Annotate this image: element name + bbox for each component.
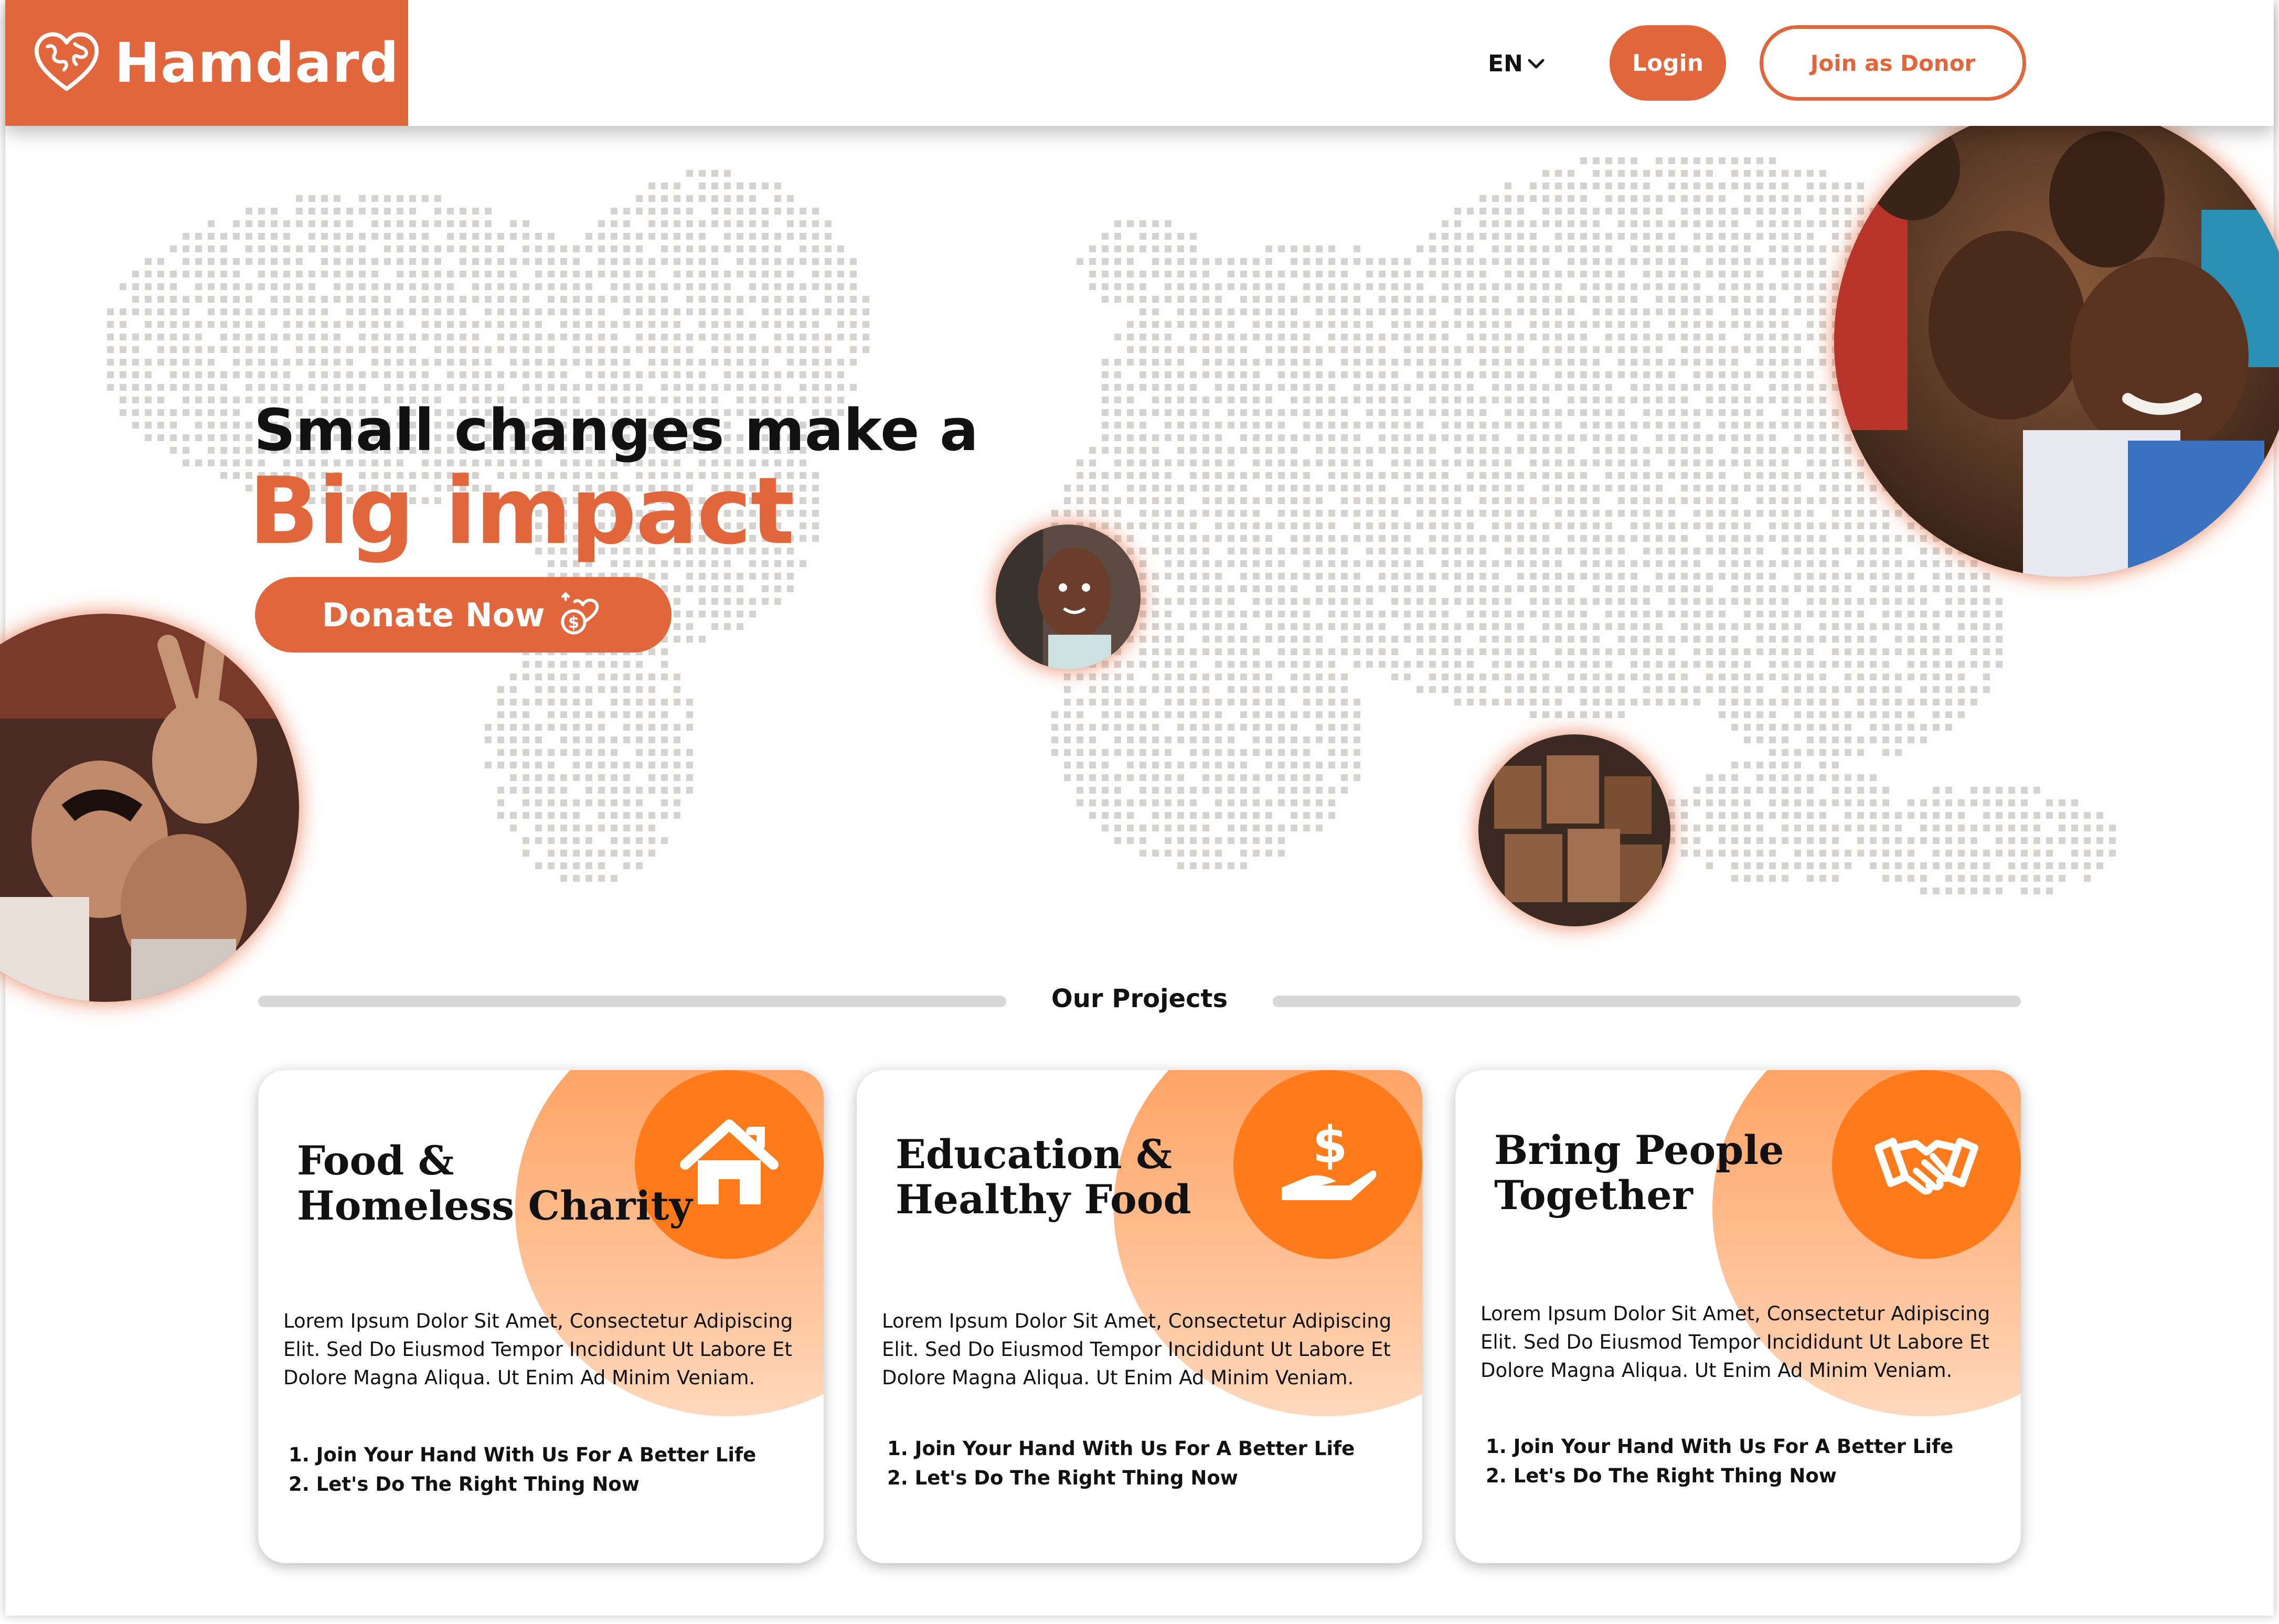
landing-page: Hamdard EN Login Join as Donor Small cha… [0, 0, 2279, 1624]
divider [1273, 996, 2021, 1007]
card-title: Food & Homeless Charity [297, 1137, 693, 1229]
list-item: 1. Join Your Hand With Us For A Better L… [289, 1444, 757, 1466]
join-donor-button[interactable]: Join as Donor [1760, 25, 2026, 101]
list-item: 2. Let's Do The Right Thing Now [1486, 1465, 1837, 1487]
language-selector[interactable]: EN [1488, 50, 1545, 77]
project-card-food[interactable]: Food & Homeless Charity Lorem Ipsum Dolo… [258, 1070, 824, 1563]
card-title: Bring People Together [1494, 1127, 1784, 1219]
projects-section-header: Our Projects [258, 984, 2021, 1016]
hero-highlight: Big impact [249, 457, 795, 565]
children-group-photo [1834, 105, 2279, 577]
donate-now-button[interactable]: Donate Now $ [255, 577, 672, 653]
donate-label: Donate Now [322, 595, 545, 634]
card-title: Education & Healthy Food [896, 1131, 1191, 1223]
project-card-education[interactable]: $ Education & Healthy Food Lorem Ipsum D… [857, 1070, 1422, 1563]
svg-text:$: $ [568, 613, 579, 632]
donation-heart-icon: $ [561, 592, 599, 635]
login-button[interactable]: Login [1610, 25, 1726, 101]
top-nav: Hamdard EN Login Join as Donor [5, 0, 2274, 126]
house-icon [680, 1119, 779, 1204]
list-item: 2. Let's Do The Right Thing Now [887, 1467, 1238, 1489]
card-description: Lorem Ipsum Dolor Sit Amet, Consectetur … [283, 1310, 793, 1389]
card-description: Lorem Ipsum Dolor Sit Amet, Consectetur … [1481, 1302, 1990, 1382]
card-list: 1. Join Your Hand With Us For A Better L… [289, 1440, 756, 1499]
list-item: 1. Join Your Hand With Us For A Better L… [1486, 1435, 1954, 1458]
hero-headline: Small changes make a [254, 397, 979, 464]
card-icon-badge [1832, 1070, 2021, 1259]
heart-globe-icon [34, 32, 99, 91]
list-item: 2. Let's Do The Right Thing Now [289, 1473, 640, 1495]
section-title: Our Projects [1051, 984, 1228, 1013]
logo[interactable]: Hamdard [5, 0, 408, 126]
handshake-icon [1875, 1138, 1978, 1195]
project-card-community[interactable]: Bring People Together Lorem Ipsum Dolor … [1455, 1070, 2021, 1563]
card-list: 1. Join Your Hand With Us For A Better L… [887, 1434, 1355, 1493]
chevron-down-icon [1528, 59, 1545, 68]
food-bags-photo [1478, 734, 1670, 926]
language-label: EN [1488, 50, 1523, 77]
list-item: 1. Join Your Hand With Us For A Better L… [887, 1437, 1355, 1460]
divider [258, 996, 1006, 1007]
svg-text:$: $ [1313, 1116, 1348, 1174]
brand-name: Hamdard [114, 31, 399, 95]
hand-dollar-icon: $ [1282, 1116, 1377, 1200]
card-description: Lorem Ipsum Dolor Sit Amet, Consectetur … [882, 1310, 1392, 1389]
card-list: 1. Join Your Hand With Us For A Better L… [1486, 1432, 1953, 1491]
card-icon-badge: $ [1233, 1070, 1422, 1259]
child-portrait-photo [996, 525, 1141, 669]
